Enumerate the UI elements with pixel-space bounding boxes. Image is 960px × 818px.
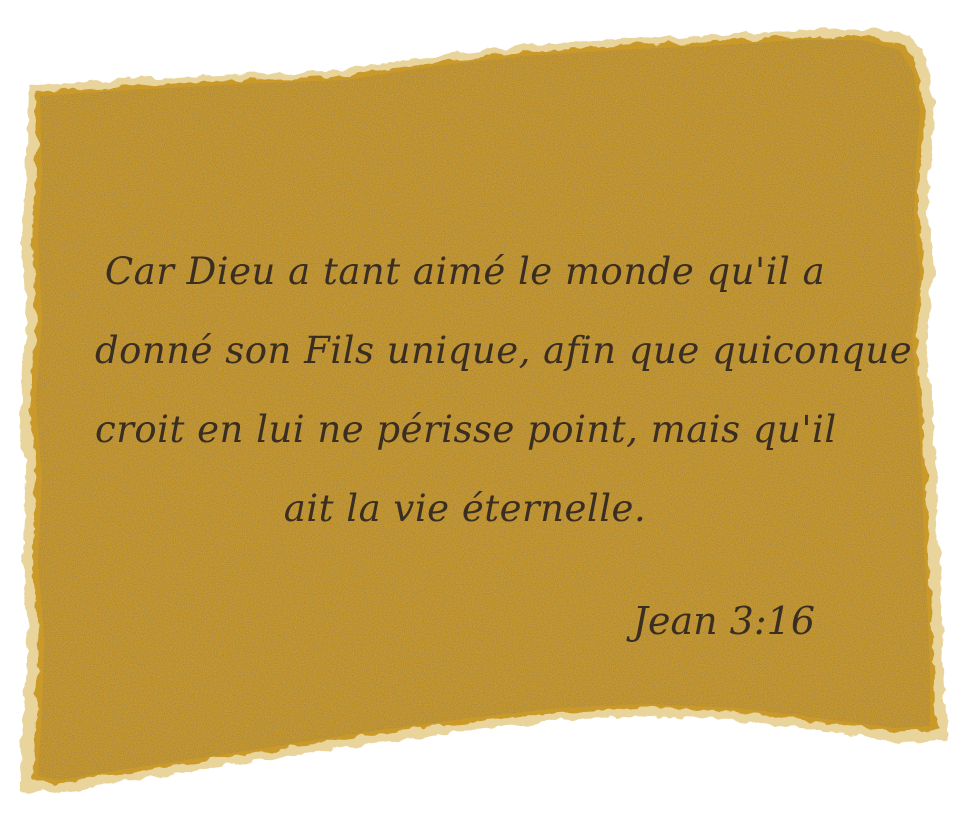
verse-line-1: Car Dieu a tant aimé le monde qu'il a [104,250,826,293]
torn-paper-card: Car Dieu a tant aimé le monde qu'il a do… [0,0,960,818]
verse-line-3: croit en lui ne périsse point, mais qu'i… [95,408,837,451]
verse-line-4: ait la vie éternelle. [283,487,647,530]
verse-reference: Jean 3:16 [632,599,815,643]
verse-line-2: donné son Fils unique, afin que quiconqu… [95,329,913,372]
verse-text: Car Dieu a tant aimé le monde qu'il a do… [95,232,913,548]
